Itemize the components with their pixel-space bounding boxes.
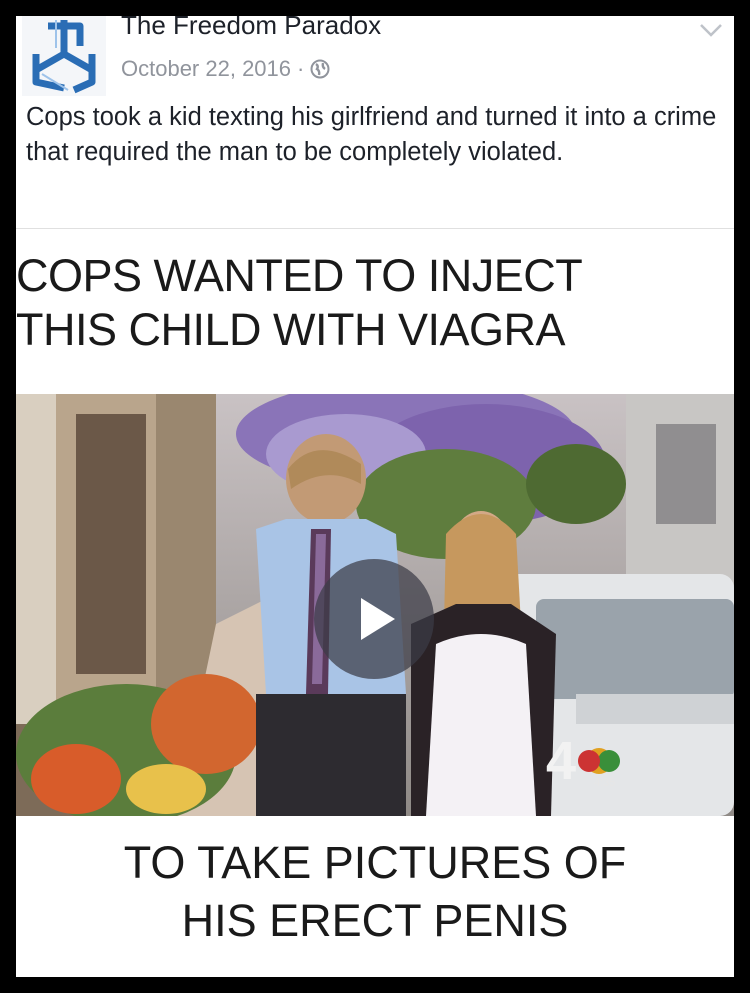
page-avatar[interactable] xyxy=(22,16,106,96)
video-time: 4:35 xyxy=(594,777,615,789)
caption-bottom-line: TO TAKE PICTURES OF xyxy=(123,837,627,888)
post-text: Cops took a kid texting his girlfriend a… xyxy=(26,103,717,166)
video-media[interactable]: COPS WANTED TO INJECT THIS CHILD WITH VI… xyxy=(16,229,734,977)
play-button[interactable] xyxy=(314,559,434,679)
post-date[interactable]: October 22, 2016 xyxy=(121,56,291,82)
caption-top: COPS WANTED TO INJECT THIS CHILD WITH VI… xyxy=(16,249,734,357)
meta-separator: · xyxy=(297,56,305,81)
post-card: The Freedom Paradox October 22, 2016 · C… xyxy=(16,16,734,977)
caption-top-line: COPS WANTED TO INJECT xyxy=(16,250,583,301)
post-header: The Freedom Paradox October 22, 2016 · C… xyxy=(16,16,734,228)
post-meta: October 22, 2016 · xyxy=(121,56,330,82)
channel-watermark: 4 xyxy=(546,731,576,791)
caption-bottom-line: HIS ERECT PENIS xyxy=(181,895,569,946)
page-name[interactable]: The Freedom Paradox xyxy=(121,16,381,41)
play-icon xyxy=(361,598,395,640)
caption-bottom: TO TAKE PICTURES OF HIS ERECT PENIS xyxy=(16,834,734,950)
chevron-down-icon[interactable] xyxy=(698,20,724,40)
caption-top-line: THIS CHILD WITH VIAGRA xyxy=(16,304,566,355)
globe-icon xyxy=(310,59,330,79)
